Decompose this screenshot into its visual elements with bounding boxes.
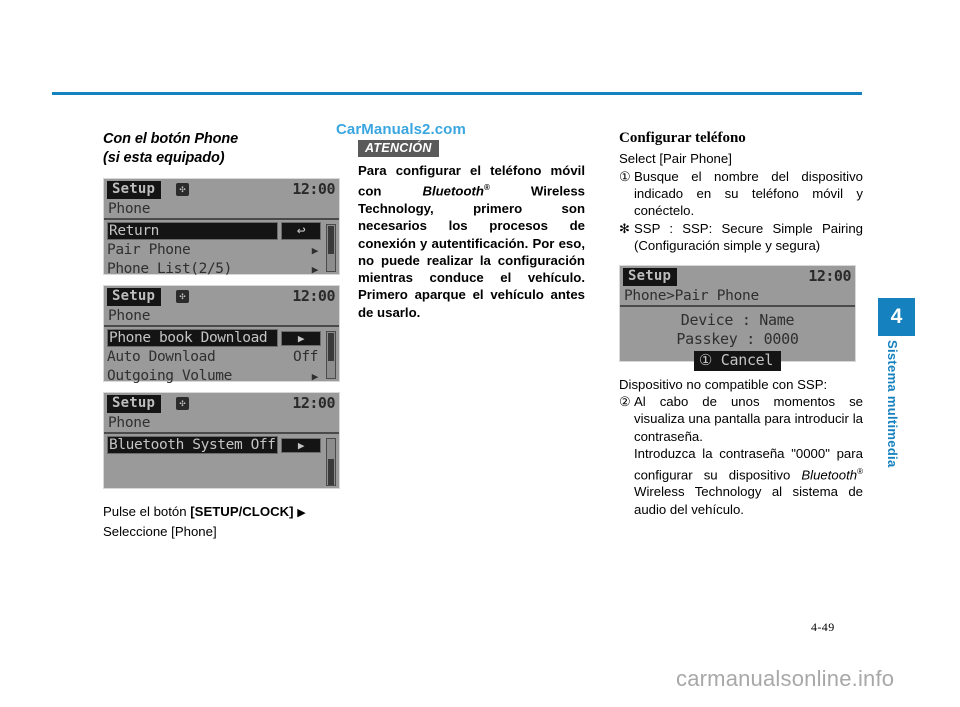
- lcd-screen-phone-menu-2: Setup ✣ 12:00 Phone Phone book Download …: [103, 285, 340, 385]
- lcd-scrollbar-thumb[interactable]: [328, 459, 334, 485]
- bluetooth-icon: ✣: [176, 183, 189, 196]
- right-select-line: Select [Pair Phone]: [619, 151, 732, 166]
- lcd-screen-pair-phone: Setup 12:00 Phone>Pair Phone Device : Na…: [619, 264, 856, 371]
- right-column: Configurar teléfono Select [Pair Phone] …: [619, 130, 863, 518]
- caution-text-part2: Wireless Technology, primero son necesar…: [358, 183, 585, 320]
- lcd-menu-item-label: Pair Phone: [107, 242, 191, 258]
- lcd-scrollbar[interactable]: [326, 331, 336, 379]
- list-marker-asterisk: ✻: [619, 220, 631, 236]
- list-text-3: Al cabo de unos momentos se visualiza un…: [634, 394, 863, 444]
- lcd-menu-list: Return ↩ Pair Phone ▶ Phone List(2/5) ▶: [104, 220, 339, 278]
- instruction-prefix: Pulse el botón: [103, 504, 191, 519]
- left-heading-line1: Con el botón Phone: [103, 131, 239, 147]
- cancel-label: Cancel: [720, 350, 774, 369]
- lcd-topbar: Setup ✣ 12:00: [104, 179, 339, 200]
- lcd-passkey-line: Passkey : 0000: [676, 329, 799, 348]
- mid-column: ATENCIÓN Para configurar el teléfono móv…: [358, 130, 585, 321]
- lcd-scrollbar[interactable]: [326, 224, 336, 272]
- lcd-scrollbar[interactable]: [326, 438, 336, 486]
- lcd-menu-item-return[interactable]: Return ↩: [107, 222, 321, 240]
- chapter-title-label: Sistema multimedia: [885, 340, 900, 468]
- arrow-right-icon: ▶: [297, 507, 306, 519]
- chevron-right-icon: ▶: [311, 262, 319, 276]
- instruction-line-2: Seleccione [Phone]: [103, 523, 217, 539]
- chevron-right-icon: ▶: [311, 243, 319, 257]
- list-text-2: SSP : SSP: Secure Simple Pairing (Config…: [634, 220, 863, 254]
- lcd-title: Setup: [107, 395, 162, 413]
- lcd-menu-item-label: Phone List(2/5): [107, 261, 232, 277]
- lcd-menu-item-auto-download[interactable]: Auto Download Off: [107, 348, 321, 366]
- left-instructions: Pulse el botón [SETUP/CLOCK] ▶ Seleccion…: [103, 503, 343, 540]
- caution-text: Para configurar el teléfono móvil con Bl…: [358, 162, 585, 321]
- setup-clock-button-ref: [SETUP/CLOCK]: [190, 504, 294, 519]
- lcd-scrollbar-thumb[interactable]: [328, 226, 334, 254]
- bluetooth-icon: ✣: [176, 397, 189, 410]
- lcd-menu-item-phone-list[interactable]: Phone List(2/5) ▶: [107, 260, 321, 278]
- left-heading: Con el botón Phone (si esta equipado): [103, 130, 343, 168]
- lcd-clock: 12:00: [292, 180, 335, 198]
- chevron-right-icon: ▶: [311, 369, 319, 383]
- list-marker-1: ①: [619, 168, 631, 184]
- lcd-device-line: Device : Name: [680, 310, 795, 329]
- registered-mark: ®: [857, 466, 863, 476]
- lcd-clock: 12:00: [292, 394, 335, 412]
- list-item: ② Al cabo de unos momentos se visualiza …: [619, 393, 863, 445]
- lcd-menu-item-outgoing-volume[interactable]: Outgoing Volume ▶: [107, 367, 321, 385]
- lcd-breadcrumb: Phone>Pair Phone: [620, 287, 855, 307]
- lcd-menu-item-bluetooth-system-off[interactable]: Bluetooth System Off ▶: [107, 436, 321, 454]
- lcd-menu-item-label: Phone book Download: [107, 329, 278, 347]
- lcd-topbar: Setup ✣ 12:00: [104, 393, 339, 414]
- lcd-screen-phone-menu-3: Setup ✣ 12:00 Phone Bluetooth System Off…: [103, 392, 340, 489]
- list-marker-2: ②: [619, 394, 631, 410]
- lcd-topbar: Setup 12:00: [620, 265, 855, 287]
- list-text-4-part2: Wireless Technology al sistema de audio …: [634, 484, 863, 517]
- lcd-breadcrumb: Phone: [104, 414, 339, 434]
- list-text-1: Busque el nombre del dispositivo indicad…: [634, 168, 863, 219]
- bluetooth-trademark: Bluetooth: [422, 183, 484, 199]
- chapter-number-tab: 4: [878, 298, 915, 336]
- list-item: ① Busque el nombre del dispositivo indic…: [619, 168, 863, 220]
- lcd-screen-phone-menu-1: Setup ✣ 12:00 Phone Return ↩ Pair Phone …: [103, 178, 340, 278]
- header-rule: [52, 92, 862, 95]
- left-heading-line2: (si esta equipado): [103, 150, 225, 166]
- lcd-topbar: Setup ✣ 12:00: [104, 286, 339, 307]
- list-text-4: Introduzca la contraseña "0000" para con…: [619, 445, 863, 518]
- lcd-breadcrumb: Phone: [104, 307, 339, 327]
- lcd-menu-item-value: ↩: [281, 222, 321, 240]
- lcd-cancel-button[interactable]: ① Cancel: [693, 350, 782, 371]
- lcd-scrollbar-thumb[interactable]: [328, 333, 334, 361]
- bluetooth-icon: ✣: [176, 290, 189, 303]
- bluetooth-trademark: Bluetooth: [801, 467, 858, 483]
- lcd-title: Setup: [107, 181, 162, 199]
- chevron-right-icon: ▶: [281, 437, 321, 453]
- lcd-menu-list: Bluetooth System Off ▶: [104, 434, 339, 454]
- lcd-title: Setup: [623, 267, 678, 286]
- right-heading: Configurar teléfono: [619, 130, 746, 146]
- page-number: 4-49: [811, 620, 835, 634]
- chevron-right-icon: ▶: [281, 330, 321, 346]
- lcd-title: Setup: [107, 288, 162, 306]
- lcd-menu-item-pair-phone[interactable]: Pair Phone ▶: [107, 241, 321, 259]
- list-item: ✻ SSP : SSP: Secure Simple Pairing (Conf…: [619, 220, 863, 255]
- lcd-menu-item-label: Return: [107, 222, 278, 240]
- left-column: Con el botón Phone (si esta equipado) Se…: [103, 130, 343, 540]
- lcd-menu-item-label: Bluetooth System Off: [107, 436, 278, 454]
- lcd-menu-item-label: Outgoing Volume: [107, 368, 232, 384]
- lcd-breadcrumb: Phone: [104, 200, 339, 220]
- lcd-menu-list: Phone book Download ▶ Auto Download Off …: [104, 327, 339, 385]
- lcd-clock: 12:00: [292, 287, 335, 305]
- lcd-menu-item-phonebook-download[interactable]: Phone book Download ▶: [107, 329, 321, 347]
- ssp-note: Dispositivo no compatible con SSP:: [619, 376, 828, 392]
- lcd-menu-item-label: Auto Download: [107, 349, 216, 365]
- manual-page: CarManuals2.com carmanualsonline.info 4 …: [0, 0, 960, 707]
- watermark-bottom: carmanualsonline.info: [676, 666, 895, 691]
- instruction-line-1: Pulse el botón [SETUP/CLOCK] ▶: [103, 503, 343, 523]
- caution-badge: ATENCIÓN: [358, 140, 439, 157]
- cancel-marker: ①: [698, 350, 713, 369]
- lcd-menu-item-value: Off: [293, 349, 318, 365]
- lcd-clock: 12:00: [808, 266, 851, 285]
